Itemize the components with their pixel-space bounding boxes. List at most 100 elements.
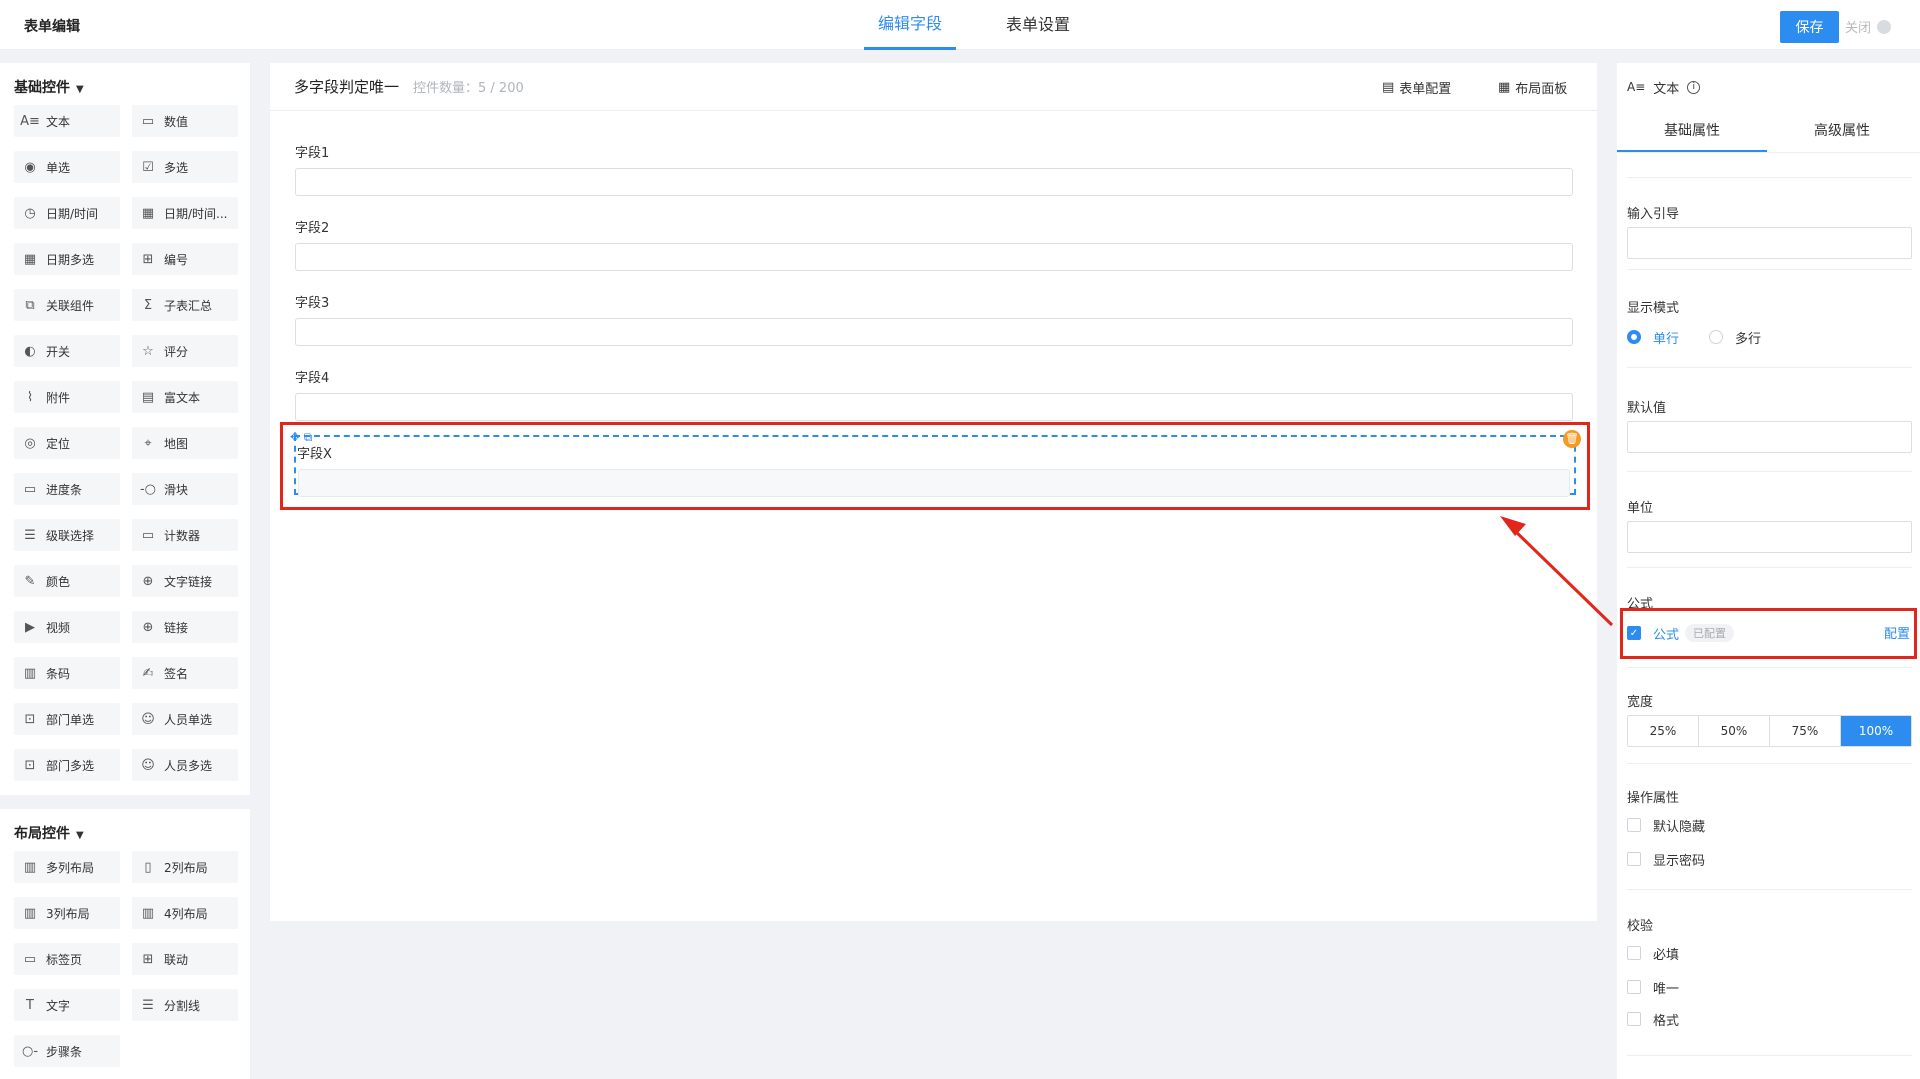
palette-item[interactable]: ✎ 颜色 <box>14 565 120 597</box>
palette-item[interactable]: ▭ 计数器 <box>132 519 238 551</box>
move-icon[interactable]: ✥ <box>290 430 300 444</box>
info-icon[interactable]: i <box>1687 80 1701 94</box>
width-50-button[interactable]: 50% <box>1699 716 1770 746</box>
highlight-box-field <box>280 422 1590 510</box>
attachment-icon: ⌇ <box>26 389 34 405</box>
tab-advanced-props[interactable]: 高级属性 <box>1767 111 1917 152</box>
calendar-multi-icon: ▦ <box>23 251 37 267</box>
field-input[interactable] <box>295 393 1573 421</box>
steps-icon: ○- <box>21 1043 39 1059</box>
progress-icon: ▭ <box>23 481 37 497</box>
palette-item[interactable]: ▦ 日期/时间... <box>132 197 238 229</box>
layout-controls-title: 布局控件 <box>14 826 70 842</box>
palette-item[interactable]: ▶ 视频 <box>14 611 120 643</box>
palette-item-label: 数值 <box>164 114 189 129</box>
save-button[interactable]: 保存 <box>1780 11 1839 43</box>
palette-item[interactable]: ⊡ 部门多选 <box>14 749 120 781</box>
palette-item[interactable]: ☰ 分割线 <box>132 989 238 1021</box>
input-guide-field[interactable] <box>1627 227 1912 259</box>
palette-item[interactable]: ◷ 日期/时间 <box>14 197 120 229</box>
palette-item[interactable]: ⌇ 附件 <box>14 381 120 413</box>
default-value-field[interactable] <box>1627 421 1912 453</box>
form-title: 多字段判定唯一 <box>294 78 400 96</box>
properties-tabs: 基础属性 高级属性 <box>1617 111 1920 153</box>
unique-checkbox[interactable] <box>1627 980 1641 994</box>
layout-panel-button[interactable]: ▦ 布局面板 <box>1498 78 1567 97</box>
palette-item[interactable]: ☑ 多选 <box>132 151 238 183</box>
layout-controls-header[interactable]: 布局控件 ▼ <box>0 809 250 851</box>
palette-item[interactable]: ⊕ 链接 <box>132 611 238 643</box>
default-value-label: 默认值 <box>1627 401 1667 416</box>
palette-item[interactable]: ◎ 定位 <box>14 427 120 459</box>
delete-icon[interactable]: 🗑 <box>1563 430 1581 448</box>
palette-item[interactable]: ⊞ 联动 <box>132 943 238 975</box>
width-75-button[interactable]: 75% <box>1770 716 1841 746</box>
width-100-button[interactable]: 100% <box>1841 716 1911 746</box>
radio-multi[interactable] <box>1709 330 1724 344</box>
palette-item[interactable]: ▥ 3列布局 <box>14 897 120 929</box>
palette-item[interactable]: -○ 滑块 <box>132 473 238 505</box>
star-icon: ☆ <box>142 343 154 359</box>
slider-icon: -○ <box>139 481 157 497</box>
format-row[interactable]: 格式 <box>1627 1009 1912 1029</box>
form-field[interactable]: 字段3 <box>295 292 1573 346</box>
tab-basic-props[interactable]: 基础属性 <box>1617 111 1767 152</box>
divider <box>1627 471 1912 472</box>
palette-item[interactable]: T 文字 <box>14 989 120 1021</box>
palette-item[interactable]: ▭ 数值 <box>132 105 238 137</box>
ops-password-row[interactable]: 显示密码 <box>1627 849 1912 869</box>
palette-item[interactable]: ☺ 人员单选 <box>132 703 238 735</box>
tab-edit-fields[interactable]: 编辑字段 <box>864 0 956 50</box>
palette-item[interactable]: ◐ 开关 <box>14 335 120 367</box>
palette-item[interactable]: ▦ 日期多选 <box>14 243 120 275</box>
palette-item[interactable]: A≡ 文本 <box>14 105 120 137</box>
close-button[interactable]: 关闭 <box>1845 17 1892 36</box>
palette-item[interactable]: ▥ 4列布局 <box>132 897 238 929</box>
palette-item[interactable]: ⊡ 部门单选 <box>14 703 120 735</box>
width-prop: 宽度 25% 50% 75% 100% <box>1627 691 1912 747</box>
palette-item-label: 子表汇总 <box>164 298 213 313</box>
copy-icon[interactable]: ⧉ <box>304 430 313 444</box>
palette-item[interactable]: ⌖ 地图 <box>132 427 238 459</box>
palette-item[interactable]: ○- 步骤条 <box>14 1035 120 1067</box>
palette-item[interactable]: ◉ 单选 <box>14 151 120 183</box>
palette-item[interactable]: ▭ 进度条 <box>14 473 120 505</box>
form-field[interactable]: 字段4 <box>295 367 1573 421</box>
tab-form-settings[interactable]: 表单设置 <box>992 0 1084 50</box>
unique-row[interactable]: 唯一 <box>1627 977 1912 997</box>
palette-item[interactable]: ☆ 评分 <box>132 335 238 367</box>
palette-item[interactable]: ⊞ 编号 <box>132 243 238 275</box>
field-input[interactable] <box>295 168 1573 196</box>
basic-controls-header[interactable]: 基础控件 ▼ <box>0 63 250 105</box>
ops-hidden-row[interactable]: 默认隐藏 <box>1627 815 1912 835</box>
palette-item[interactable]: ▤ 富文本 <box>132 381 238 413</box>
display-mode-prop: 显示模式 单行 多行 <box>1627 297 1912 347</box>
field-input[interactable] <box>295 318 1573 346</box>
palette-item[interactable]: ▯ 2列布局 <box>132 851 238 883</box>
palette-item[interactable]: ▥ 多列布局 <box>14 851 120 883</box>
palette-item[interactable]: ☰ 级联选择 <box>14 519 120 551</box>
form-field[interactable]: 字段2 <box>295 217 1573 271</box>
hidden-checkbox[interactable] <box>1627 818 1641 832</box>
palette-item[interactable]: ▭ 标签页 <box>14 943 120 975</box>
radio-single[interactable] <box>1627 330 1641 344</box>
palette-item[interactable]: ☺ 人员多选 <box>132 749 238 781</box>
required-checkbox[interactable] <box>1627 946 1641 960</box>
password-checkbox[interactable] <box>1627 852 1641 866</box>
width-25-button[interactable]: 25% <box>1628 716 1699 746</box>
palette-item[interactable]: ✍ 签名 <box>132 657 238 689</box>
palette-item[interactable]: ⧉ 关联组件 <box>14 289 120 321</box>
palette-item[interactable]: ⊕ 文字链接 <box>132 565 238 597</box>
form-config-label: 表单配置 <box>1399 82 1452 97</box>
unit-field[interactable] <box>1627 521 1912 553</box>
required-row[interactable]: 必填 <box>1627 943 1912 963</box>
palette-item[interactable]: Σ 子表汇总 <box>132 289 238 321</box>
form-config-button[interactable]: ▤ 表单配置 <box>1382 78 1451 97</box>
palette-item-label: 颜色 <box>46 574 71 589</box>
field-tools: ✥ ⧉ <box>290 430 312 445</box>
format-checkbox[interactable] <box>1627 1012 1641 1026</box>
form-field[interactable]: 字段1 <box>295 142 1573 196</box>
field-input[interactable] <box>295 243 1573 271</box>
palette-item-label: 进度条 <box>46 482 83 497</box>
palette-item[interactable]: ▥ 条码 <box>14 657 120 689</box>
